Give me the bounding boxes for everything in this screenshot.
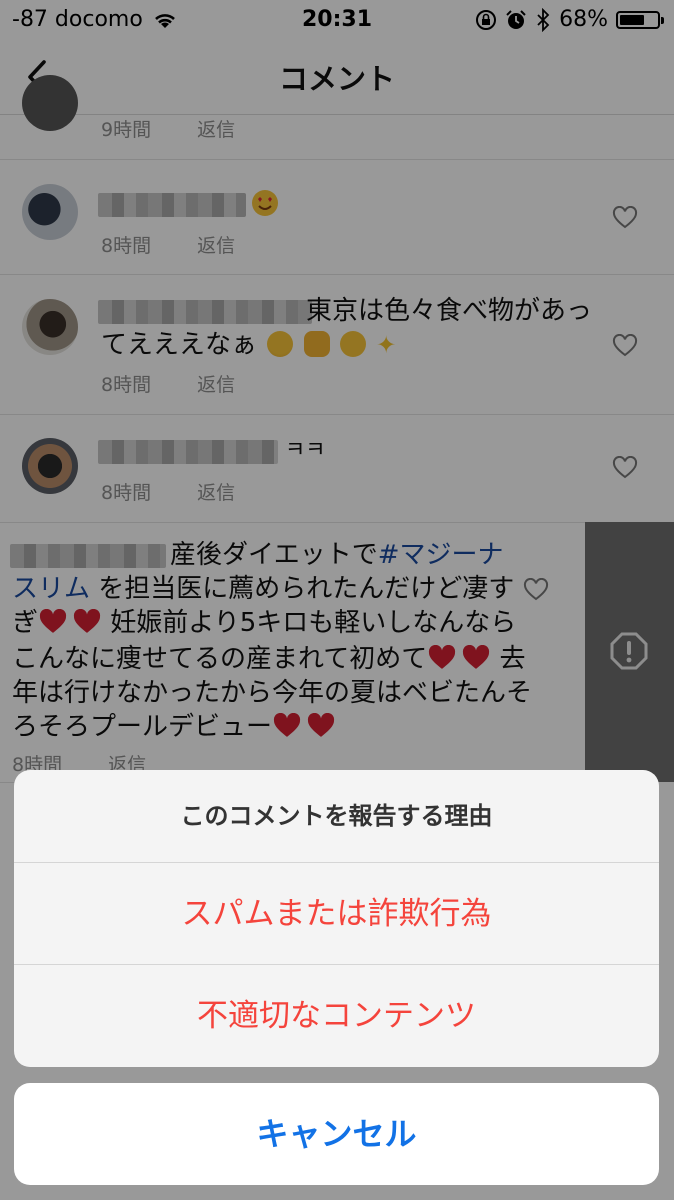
report-spam-option[interactable]: スパムまたは詐欺行為 — [14, 862, 659, 965]
report-inappropriate-option[interactable]: 不適切なコンテンツ — [14, 964, 659, 1067]
action-sheet-title: このコメントを報告する理由 — [180, 802, 493, 830]
screen: -87 docomo 20:31 68% コメント 9時間 返信 8時間 返信 … — [0, 0, 674, 1200]
cancel-button[interactable]: キャンセル — [14, 1083, 659, 1185]
action-sheet: このコメントを報告する理由 スパムまたは詐欺行為 不適切なコンテンツ — [14, 770, 659, 1067]
